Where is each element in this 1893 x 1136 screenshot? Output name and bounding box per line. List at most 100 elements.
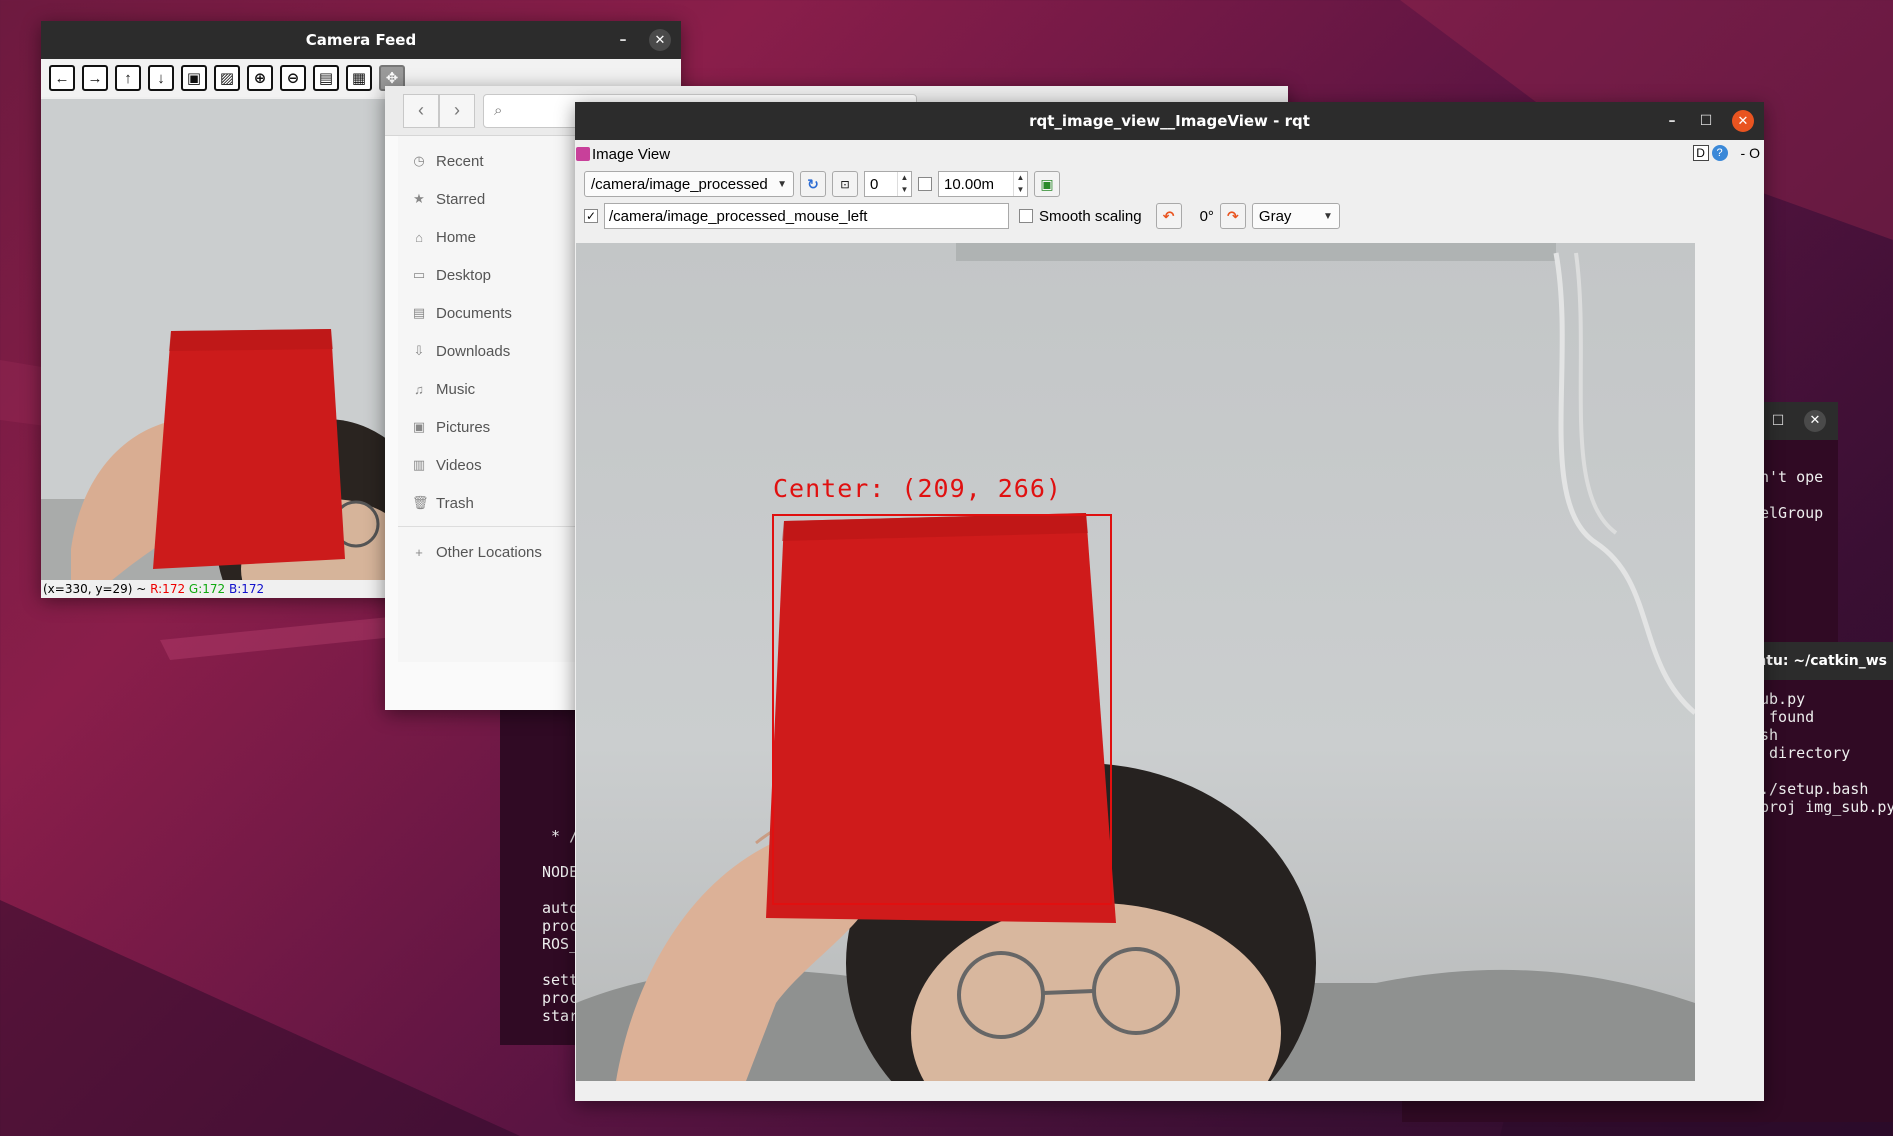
sidebar-separator [398, 526, 577, 527]
trash-icon: 🗑 [412, 495, 429, 510]
arrow-up-icon[interactable]: ↑ [115, 65, 141, 91]
back-button[interactable]: ‹ [403, 93, 439, 128]
help-button[interactable]: ? [1711, 145, 1728, 161]
pixel-green: G:172 [188, 582, 226, 596]
dock-button[interactable]: D [1692, 145, 1709, 161]
mouse-publish-checkbox[interactable]: ✓ [584, 209, 598, 223]
clock-icon: ◷ [413, 153, 425, 168]
window-title: Camera Feed [305, 31, 417, 49]
sidebar-item-label: Trash [436, 494, 474, 512]
rotate-left-icon: ↶ [1162, 207, 1175, 224]
sidebar-item-documents[interactable]: ▤ Documents [398, 294, 577, 332]
terminal-title: ntu: ~/catkin_ws [1756, 653, 1887, 669]
sidebar-item-music[interactable]: ♫ Music [398, 370, 577, 408]
topic-select[interactable]: /camera/image_processed ▼ [584, 171, 794, 197]
minimize-button[interactable]: – [615, 32, 631, 48]
plus-icon: + [415, 544, 423, 560]
sidebar-item-label: Home [436, 228, 477, 246]
plugin-options[interactable]: - O [1741, 145, 1760, 161]
sidebar-item-other-locations[interactable]: + Other Locations [398, 533, 577, 571]
close-button[interactable]: ✕ [649, 29, 671, 51]
rotate-right-button[interactable]: ↷ [1219, 203, 1246, 229]
max-depth-spinbox[interactable]: 10.00m ▲ ▼ [938, 171, 1028, 197]
smooth-scaling-checkbox[interactable] [1019, 209, 1033, 223]
forward-button[interactable]: › [439, 93, 475, 128]
zoom-fit-button[interactable]: ⊡ [832, 171, 858, 197]
files-sidebar: ◷ Recent ★ Starred ⌂ Home ▭ Desktop ▤ Documents ⇩ D… [398, 136, 578, 662]
smooth-scaling-label: Smooth scaling [1039, 207, 1142, 225]
sidebar-item-label: Pictures [436, 418, 491, 436]
processed-image-scene [576, 243, 1695, 1081]
properties-icon[interactable]: ▦ [346, 65, 372, 91]
sidebar-item-label: Other Locations [436, 543, 542, 561]
pixel-coords: (x=330, y=29) ~ [43, 582, 151, 596]
sidebar-item-label: Videos [436, 456, 482, 474]
arrow-down-icon[interactable]: ↓ [148, 65, 174, 91]
music-icon: ♫ [414, 381, 424, 397]
dynamic-range-checkbox[interactable] [918, 177, 932, 191]
zoom-out-icon[interactable]: ⊖ [280, 65, 306, 91]
sidebar-item-label: Recent [436, 152, 484, 170]
refresh-icon: ↻ [807, 175, 819, 192]
center-label: Center: (209, 266) [773, 474, 1062, 503]
pixel-red: R:172 [150, 582, 186, 596]
close-button[interactable]: ✕ [1732, 110, 1754, 132]
terminal-line: proj img_sub.py [1760, 798, 1893, 816]
image-icon[interactable]: ▣ [181, 65, 207, 91]
sidebar-item-recent[interactable]: ◷ Recent [398, 142, 577, 180]
sidebar-item-starred[interactable]: ★ Starred [398, 180, 577, 218]
color-scheme-value: Gray [1258, 207, 1292, 225]
video-icon: ▥ [412, 457, 426, 472]
maximize-button[interactable]: ☐ [1770, 412, 1786, 430]
camera-titlebar[interactable]: Camera Feed – ✕ [41, 21, 681, 59]
document-icon: ▤ [412, 305, 426, 320]
mouse-topic-value: /camera/image_processed_mouse_left [609, 207, 868, 225]
pixel-blue: B:172 [229, 582, 265, 596]
plugin-title: Image View [592, 145, 671, 163]
sidebar-item-desktop[interactable]: ▭ Desktop [398, 256, 577, 294]
rqt-titlebar[interactable]: rqt_image_view__ImageView - rqt – ☐ ✕ [575, 102, 1764, 140]
rotate-right-icon: ↷ [1227, 207, 1239, 224]
terminal-line: directory [1760, 744, 1851, 762]
sidebar-item-home[interactable]: ⌂ Home [398, 218, 577, 256]
sidebar-item-label: Desktop [436, 266, 492, 284]
close-button[interactable]: ✕ [1804, 410, 1826, 432]
rotation-label: 0° [1199, 207, 1214, 225]
terminal-line: ./setup.bash [1760, 780, 1869, 798]
sidebar-item-pictures[interactable]: ▣ Pictures [398, 408, 577, 446]
plugin-icon [576, 147, 590, 161]
picture-icon: ▣ [412, 419, 426, 434]
sidebar-item-label: Documents [436, 304, 512, 322]
plugin-header: Image View D ? - O [575, 140, 1764, 168]
minimize-button[interactable]: – [1664, 113, 1680, 129]
sidebar-item-downloads[interactable]: ⇩ Downloads [398, 332, 577, 370]
zoom-in-icon[interactable]: ⊕ [247, 65, 273, 91]
arrow-right-icon[interactable]: → [82, 65, 108, 91]
rotate-left-button[interactable]: ↶ [1155, 203, 1182, 229]
chevron-down-icon: ▼ [1323, 210, 1333, 222]
sidebar-item-trash[interactable]: 🗑 Trash [398, 484, 577, 522]
sidebar-item-videos[interactable]: ▥ Videos [398, 446, 577, 484]
maximize-button[interactable]: ☐ [1698, 113, 1714, 129]
image-view[interactable]: Center: (209, 266) [576, 243, 1695, 1081]
terminal-line: n't ope [1760, 468, 1824, 486]
rqt-image-view-window[interactable]: rqt_image_view__ImageView - rqt – ☐ ✕ Im… [575, 102, 1764, 1101]
mouse-topic-input[interactable]: /camera/image_processed_mouse_left [604, 203, 1009, 229]
chevron-down-icon: ▼ [777, 178, 787, 190]
terminal-line: ub.py [1760, 690, 1806, 708]
sidebar-item-label: Starred [436, 190, 486, 208]
image-settings-icon[interactable]: ▨ [214, 65, 240, 91]
terminal-line: found [1760, 708, 1815, 726]
sidebar-item-label: Downloads [436, 342, 511, 360]
window-title: rqt_image_view__ImageView - rqt [1029, 112, 1310, 130]
refresh-button[interactable]: ↻ [800, 171, 826, 197]
save-image-button[interactable]: ▣ [1034, 171, 1060, 197]
color-scheme-select[interactable]: Gray ▼ [1251, 203, 1340, 229]
arrow-left-icon[interactable]: ← [49, 65, 75, 91]
zoom-spinbox[interactable]: 0 ▲ ▼ [864, 171, 912, 197]
download-icon: ⇩ [413, 343, 425, 358]
home-icon: ⌂ [415, 229, 423, 245]
zoom-fit-icon: ⊡ [840, 178, 850, 191]
save-icon[interactable]: ▤ [313, 65, 339, 91]
image-save-icon: ▣ [1040, 175, 1054, 192]
